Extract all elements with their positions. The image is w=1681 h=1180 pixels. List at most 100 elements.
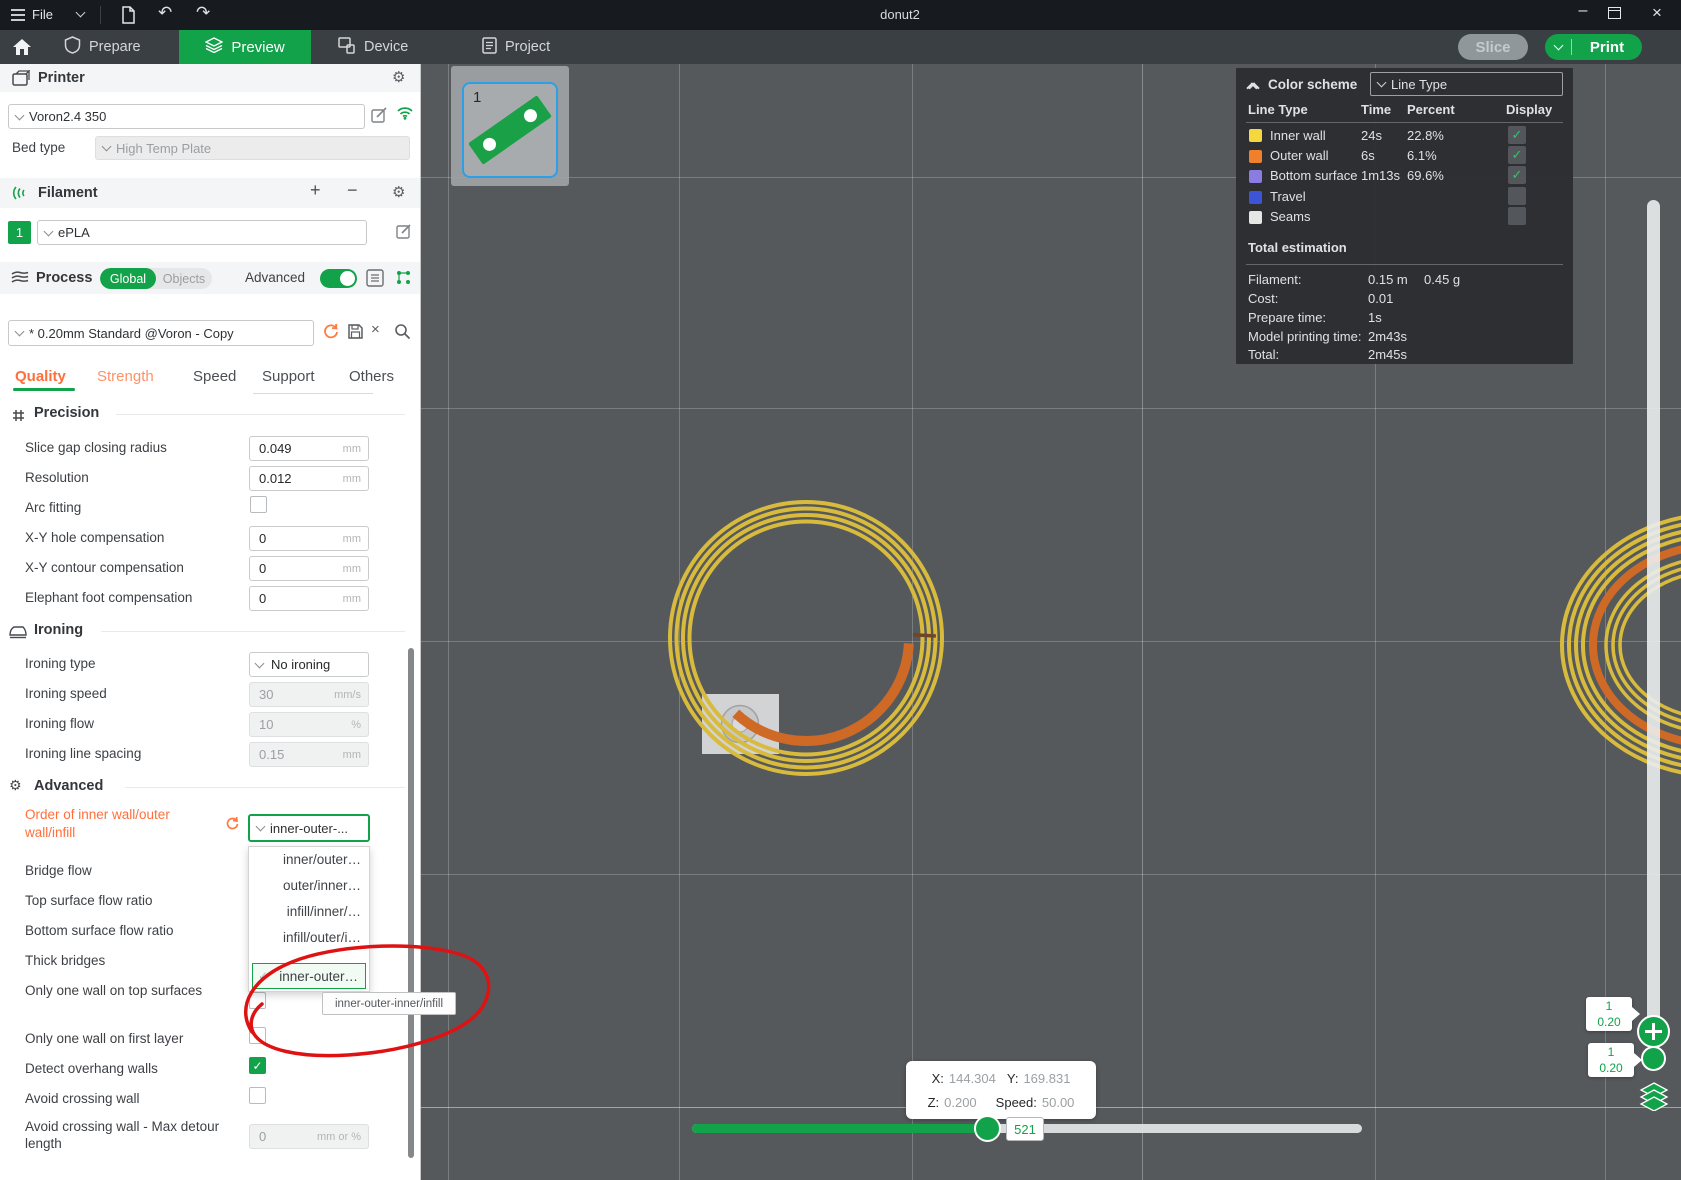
order-walls-select[interactable]: inner-outer-... bbox=[248, 814, 370, 842]
ironing-spacing-input[interactable]: 0.15mm bbox=[249, 742, 369, 767]
dropdown-option-selected[interactable]: ✓ inner-outer… bbox=[252, 963, 366, 989]
settings-scrollbar[interactable] bbox=[408, 648, 414, 1158]
hamburger-icon[interactable] bbox=[10, 8, 26, 27]
save-project-icon[interactable] bbox=[120, 5, 136, 30]
global-objects-switch[interactable]: Global Objects bbox=[100, 268, 212, 289]
dropdown-option[interactable]: inner/outer… bbox=[249, 847, 369, 873]
max-detour-input[interactable]: 0mm or % bbox=[249, 1124, 369, 1149]
layer-badge-top: 10.20 bbox=[1586, 997, 1632, 1031]
process-section-header: Process Global Objects Advanced bbox=[0, 262, 420, 294]
print-button[interactable]: Print bbox=[1545, 34, 1642, 60]
elephant-foot-input[interactable]: 0mm bbox=[249, 586, 369, 611]
tab-support[interactable]: Support bbox=[262, 368, 315, 385]
collapse-panel-icon[interactable] bbox=[1248, 80, 1258, 95]
print-options-chevron-icon[interactable] bbox=[1545, 42, 1571, 52]
reset-preset-icon[interactable] bbox=[322, 323, 340, 346]
resolution-input[interactable]: 0.012mm bbox=[249, 466, 369, 491]
one-wall-top-checkbox[interactable] bbox=[249, 992, 266, 1009]
layer-slider-bottom-handle[interactable] bbox=[1641, 1046, 1666, 1071]
precision-icon bbox=[10, 407, 27, 429]
layer-badge-bottom: 10.20 bbox=[1588, 1043, 1634, 1077]
redo-icon[interactable]: ↷ bbox=[196, 3, 210, 23]
maximize-button[interactable] bbox=[1608, 7, 1621, 19]
file-menu[interactable]: File bbox=[32, 7, 53, 22]
view-mode-select[interactable]: Line Type bbox=[1370, 72, 1563, 96]
process-objects-toggle[interactable]: Objects bbox=[156, 268, 212, 289]
setting-label: Avoid crossing wall bbox=[25, 1090, 231, 1107]
printer-edit-icon[interactable] bbox=[371, 107, 387, 128]
dropdown-option[interactable]: outer/inner… bbox=[249, 873, 369, 899]
dropdown-option[interactable]: infill/outer/i… bbox=[249, 925, 369, 951]
title-bar: File ↶ ↷ donut2 – × bbox=[0, 0, 1681, 30]
dropdown-option[interactable]: infill/inner/… bbox=[249, 899, 369, 925]
detect-overhang-checkbox[interactable]: ✓ bbox=[249, 1057, 266, 1074]
position-tooltip: X:144.304 Y:169.831 Z:0.200 Speed:50.00 bbox=[906, 1061, 1096, 1119]
layer-slider-add-handle[interactable] bbox=[1637, 1015, 1670, 1048]
display-checkbox[interactable] bbox=[1508, 187, 1526, 205]
process-preset-select[interactable]: * 0.20mm Standard @Voron - Copy bbox=[8, 320, 314, 346]
ironing-type-select[interactable]: No ironing bbox=[249, 652, 369, 677]
setting-label: Slice gap closing radius bbox=[25, 439, 231, 456]
avoid-crossing-checkbox[interactable] bbox=[249, 1087, 266, 1104]
printer-settings-gear-icon[interactable]: ⚙ bbox=[392, 68, 405, 86]
process-global-toggle[interactable]: Global bbox=[100, 268, 156, 289]
layers-view-icon[interactable] bbox=[1638, 1081, 1670, 1116]
tab-quality[interactable]: Quality bbox=[15, 368, 66, 385]
setting-label: Resolution bbox=[25, 469, 231, 486]
printer-preset-select[interactable]: Voron2.4 350 bbox=[8, 104, 365, 129]
setting-label: Ironing type bbox=[25, 655, 231, 672]
advanced-mode-toggle[interactable] bbox=[320, 269, 357, 288]
undo-icon[interactable]: ↶ bbox=[158, 3, 172, 23]
home-button[interactable] bbox=[12, 30, 32, 64]
delete-preset-icon[interactable]: × bbox=[371, 321, 380, 338]
one-wall-first-layer-checkbox[interactable] bbox=[249, 1027, 266, 1044]
display-checkbox[interactable]: ✓ bbox=[1508, 126, 1526, 144]
setting-label: Thick bridges bbox=[25, 952, 231, 969]
tab-preview[interactable]: Preview bbox=[179, 30, 311, 64]
bed-type-select[interactable]: High Temp Plate bbox=[95, 136, 410, 160]
col-time: Time bbox=[1361, 102, 1391, 117]
search-preset-icon[interactable] bbox=[394, 323, 411, 345]
xy-hole-comp-input[interactable]: 0mm bbox=[249, 526, 369, 551]
wifi-connected-icon[interactable] bbox=[396, 105, 414, 125]
display-checkbox[interactable]: ✓ bbox=[1508, 146, 1526, 164]
advanced-header: Advanced bbox=[34, 778, 103, 794]
close-button[interactable]: × bbox=[1644, 3, 1670, 27]
objects-tree-icon[interactable] bbox=[395, 269, 413, 292]
filament-settings-gear-icon[interactable]: ⚙ bbox=[392, 183, 405, 201]
ironing-flow-input[interactable]: 10% bbox=[249, 712, 369, 737]
total-estimation-header: Total estimation bbox=[1248, 240, 1347, 255]
process-list-icon[interactable] bbox=[366, 269, 384, 292]
arc-fitting-checkbox[interactable] bbox=[250, 496, 267, 513]
slice-gap-input[interactable]: 0.049mm bbox=[249, 436, 369, 461]
panel-title: Color scheme bbox=[1268, 77, 1357, 92]
tab-speed[interactable]: Speed bbox=[193, 368, 236, 385]
tab-quality-underline bbox=[13, 388, 75, 391]
tab-prepare[interactable]: Prepare bbox=[64, 30, 141, 64]
layer-slider-track[interactable] bbox=[1647, 200, 1660, 1048]
add-filament-icon[interactable]: + bbox=[310, 180, 321, 201]
filament-edit-icon[interactable] bbox=[396, 223, 412, 244]
remove-filament-icon[interactable]: − bbox=[347, 180, 358, 201]
display-checkbox[interactable]: ✓ bbox=[1508, 166, 1526, 184]
save-preset-icon[interactable] bbox=[347, 323, 364, 345]
filament-select[interactable]: ePLA bbox=[37, 220, 367, 245]
slice-button[interactable]: Slice bbox=[1458, 34, 1528, 60]
xy-contour-comp-input[interactable]: 0mm bbox=[249, 556, 369, 581]
tab-others[interactable]: Others bbox=[349, 368, 394, 385]
setting-label: Detect overhang walls bbox=[25, 1060, 231, 1077]
plate-thumbnail-selected[interactable]: 1 bbox=[462, 82, 558, 178]
tab-strength[interactable]: Strength bbox=[97, 368, 154, 385]
slicer-window: File ↶ ↷ donut2 – × Prepare Preview Devi… bbox=[0, 0, 1681, 1180]
plate-thumbnail-card[interactable]: 1 bbox=[451, 66, 569, 186]
file-menu-chevron-icon[interactable] bbox=[76, 8, 86, 18]
move-slider-handle[interactable] bbox=[974, 1115, 1001, 1142]
tab-project[interactable]: Project bbox=[482, 30, 550, 64]
display-checkbox[interactable] bbox=[1508, 207, 1526, 225]
printer-icon bbox=[12, 70, 30, 91]
minimize-button[interactable]: – bbox=[1570, 2, 1596, 26]
ironing-speed-input[interactable]: 30mm/s bbox=[249, 682, 369, 707]
tab-device[interactable]: Device bbox=[338, 30, 408, 64]
setting-label: Bottom surface flow ratio bbox=[25, 922, 231, 939]
reset-order-icon[interactable] bbox=[224, 816, 240, 837]
